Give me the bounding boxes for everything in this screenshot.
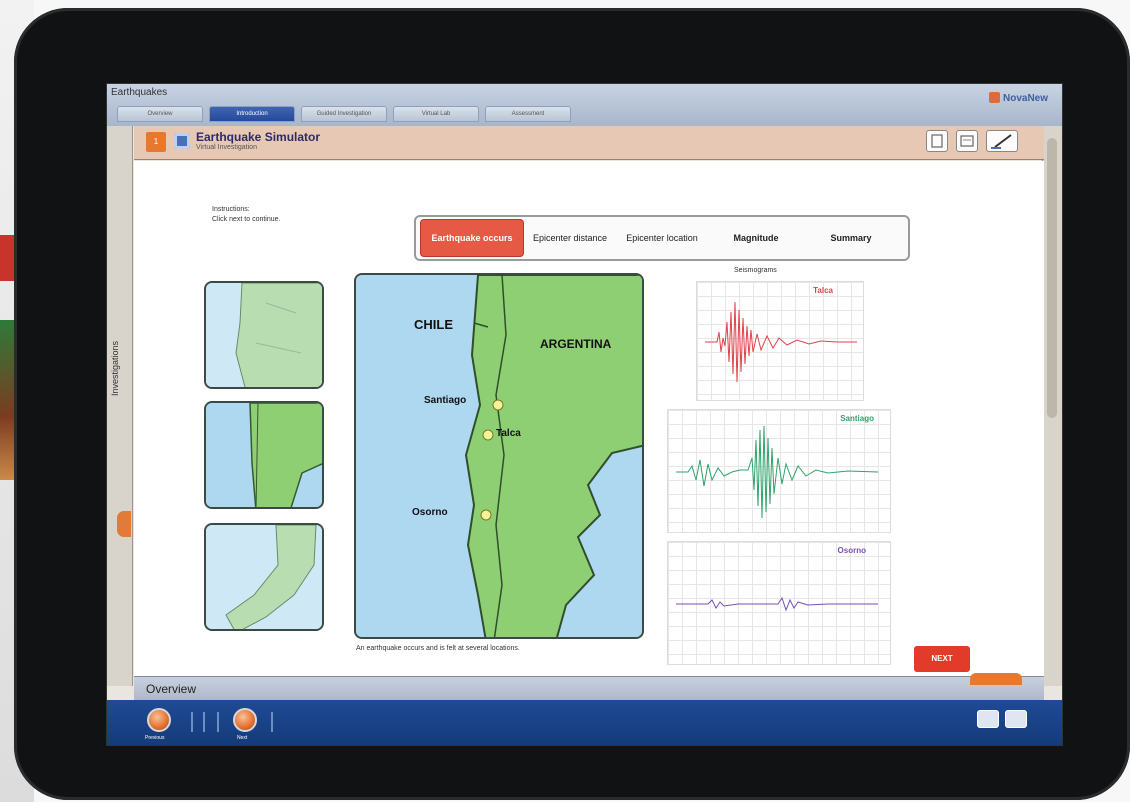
settings-button[interactable] [1005,710,1027,728]
lesson-number-badge: 1 [146,132,166,152]
next-nav-button[interactable] [233,708,257,732]
toolbar-separator [203,712,205,732]
station-label-talca: Talca [813,286,833,295]
tablet-screen: Earthquakes NovaNew Overview Introductio… [106,83,1063,746]
waveform-santiago [676,425,879,519]
right-scrollbar[interactable] [1042,126,1062,686]
label-talca: Talca [496,428,521,439]
pencil-icon [991,134,1012,149]
map-thumbnail-2[interactable] [204,401,324,509]
lesson-subtitle: Virtual Investigation [196,144,257,151]
logo-icon [988,92,1000,103]
pencil-button[interactable] [986,130,1018,152]
next-nav-label: Next [237,735,248,741]
step-earthquake-occurs[interactable]: Earthquake occurs [420,219,524,257]
waveform-osorno [676,596,878,612]
app-title-bar: Earthquakes NovaNew Overview Introductio… [107,84,1062,126]
station-label-santiago: Santiago [840,414,874,423]
step-epicenter-location[interactable]: Epicenter location [616,219,708,257]
label-argentina: ARGENTINA [540,337,612,351]
map-thumbnail-1[interactable] [204,281,324,389]
toolbar-separator [217,712,219,732]
tab-guided-investigation[interactable]: Guided Investigation [301,106,387,122]
instructions-body: Click next to continue. [212,216,281,223]
logo-text: NovaNew [1002,93,1048,104]
seismogram-santiago: Santiago [667,409,891,533]
step-navigation: Earthquake occurs Epicenter distance Epi… [414,215,910,261]
overview-toggle-tab[interactable] [970,673,1022,685]
left-side-panel: Investigations [107,126,133,686]
overview-label: Overview [146,682,197,696]
lesson-title: Earthquake Simulator [196,130,321,144]
brand-logo: NovaNew [988,92,1048,104]
station-label-osorno: Osorno [837,546,866,555]
tab-assessment[interactable]: Assessment [485,106,571,122]
waveform-talca [705,301,857,383]
tab-introduction[interactable]: Introduction [209,106,295,122]
tab-strip: Overview Introduction Guided Investigati… [117,106,571,122]
toolbar-separator [191,712,193,732]
label-chile: CHILE [414,317,453,332]
tab-virtual-lab[interactable]: Virtual Lab [393,106,479,122]
app-title: Earthquakes [111,87,168,98]
label-osorno: Osorno [412,507,448,518]
scrollbar-thumb[interactable] [1047,138,1057,418]
lesson-header: 1 Earthquake Simulator Virtual Investiga… [134,126,1044,160]
thumbnail-map-3 [206,525,322,629]
seismogram-osorno: Osorno [667,541,891,665]
previous-label: Previous [145,735,165,741]
map-caption: An earthquake occurs and is felt at seve… [356,645,520,652]
book-icon [931,134,943,148]
thumbnail-map-2 [206,403,322,507]
seismogram-talca: Talca [696,281,864,401]
seismograms-title: Seismograms [734,267,777,274]
simulation-icon [174,133,190,149]
panel-toggle-handle[interactable] [117,511,131,537]
thumbnail-map-1 [206,283,322,387]
map-graphic [356,275,642,637]
notes-icon [960,135,974,147]
notes-button[interactable] [956,130,978,152]
tab-overview[interactable]: Overview [117,106,203,122]
label-santiago: Santiago [424,395,467,406]
glossary-button[interactable] [926,130,948,152]
next-button[interactable]: NEXT [914,646,970,672]
toolbar-separator [271,712,273,732]
map-thumbnail-3[interactable] [204,523,324,631]
main-content: Instructions: Click next to continue. Ea… [134,161,1044,676]
step-magnitude[interactable]: Magnitude [708,219,804,257]
previous-button[interactable] [147,708,171,732]
instructions: Instructions: Click next to continue. [212,205,280,225]
photo-background: Earthquakes NovaNew Overview Introductio… [0,0,1130,802]
step-epicenter-distance[interactable]: Epicenter distance [524,219,616,257]
tablet-frame: Earthquakes NovaNew Overview Introductio… [14,8,1130,800]
instructions-heading: Instructions: [212,206,250,213]
south-america-map[interactable]: CHILE ARGENTINA Santiago Talca Osorno [354,273,644,639]
overview-bar[interactable]: Overview [134,673,1044,700]
bottom-toolbar: Previous Next [107,700,1062,745]
step-summary[interactable]: Summary [804,219,898,257]
investigations-label: Investigations [110,340,120,396]
screen-grid-button[interactable] [977,710,999,728]
